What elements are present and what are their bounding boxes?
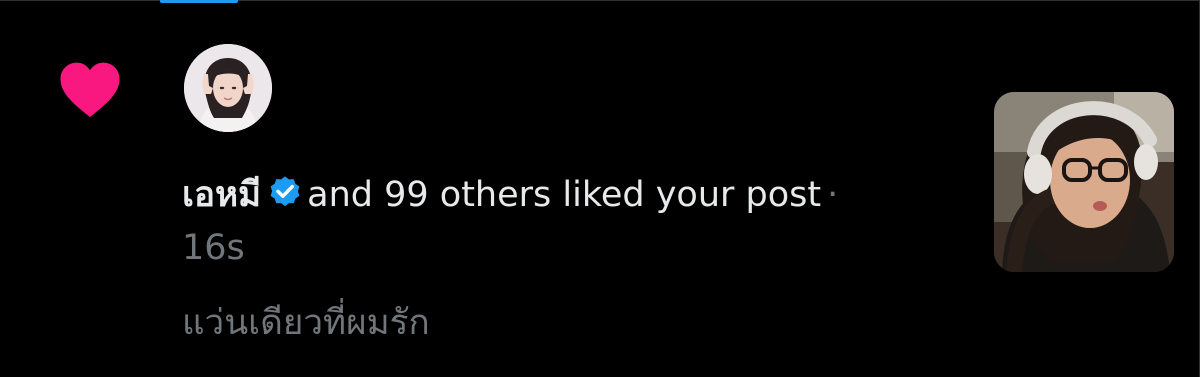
heart-icon — [60, 62, 120, 117]
separator-dot: · — [827, 175, 839, 215]
actor-name[interactable]: เอหมี — [182, 175, 261, 215]
avatar-image — [184, 44, 272, 132]
top-divider — [238, 0, 1200, 1]
post-thumbnail-image[interactable] — [994, 92, 1174, 272]
thumbnail-photo — [994, 92, 1174, 272]
user-avatar[interactable] — [184, 44, 272, 132]
tab-indicator — [160, 0, 238, 3]
verified-badge-icon — [270, 176, 300, 207]
action-text: and 99 others liked your post — [307, 175, 822, 215]
notification-text: เอหมี and 99 others liked your post · — [182, 170, 972, 220]
post-preview-text[interactable]: แว่นเดียวที่ผมรัก — [182, 298, 430, 348]
top-divider — [0, 0, 160, 1]
timestamp: 16s — [182, 228, 245, 268]
